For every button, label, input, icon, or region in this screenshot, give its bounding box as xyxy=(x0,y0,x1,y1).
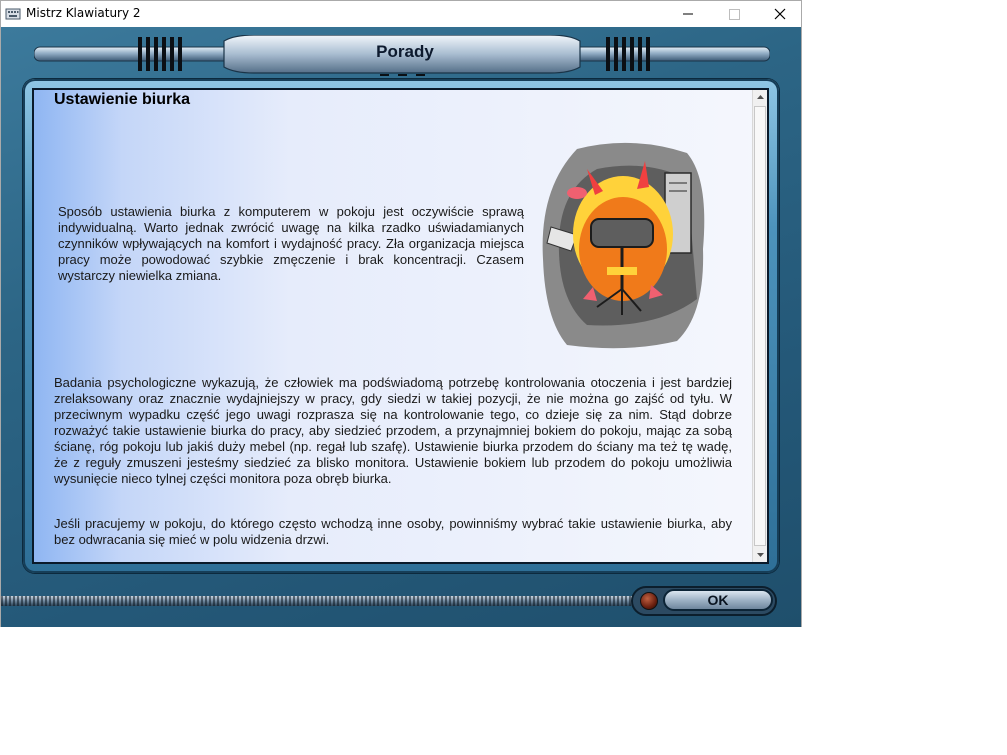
article-paragraph: Sposób ustawienia biurka z komputerem w … xyxy=(58,204,524,283)
article-paragraph: Jeśli pracujemy w pokoju, do którego czę… xyxy=(54,516,732,547)
minimize-button[interactable] xyxy=(665,1,711,27)
scroll-up-button[interactable] xyxy=(753,90,767,105)
led-indicator-icon xyxy=(640,592,658,610)
minimize-icon xyxy=(683,13,693,15)
section-title: Porady xyxy=(376,42,434,61)
article-paragraph: Badania psychologiczne wykazują, że czło… xyxy=(54,375,732,486)
scroll-down-button[interactable] xyxy=(753,547,767,562)
ok-button[interactable]: OK xyxy=(663,589,773,611)
scroll-thumb[interactable] xyxy=(754,106,766,546)
bottom-rail xyxy=(1,596,641,606)
maximize-icon xyxy=(729,9,740,20)
keyboard-app-icon xyxy=(5,6,21,22)
close-button[interactable] xyxy=(757,1,803,27)
app-window: Mistrz Klawiatury 2 Porady Ustawienie bi… xyxy=(0,0,802,627)
arrow-up-icon xyxy=(757,95,764,99)
ok-group: OK xyxy=(631,585,777,617)
client-area: Porady Ustawienie biurka Sposób ustawien… xyxy=(1,27,801,627)
vertical-scrollbar[interactable] xyxy=(752,90,767,562)
window-title: Mistrz Klawiatury 2 xyxy=(26,6,141,20)
article-heading: Ustawienie biurka xyxy=(54,91,191,108)
desk-illustration xyxy=(542,142,705,349)
arrow-down-icon xyxy=(757,553,764,557)
title-bar[interactable]: Mistrz Klawiatury 2 xyxy=(1,1,801,27)
content-panel[interactable]: Ustawienie biurka Sposób ustawienia biur… xyxy=(32,88,769,564)
close-icon xyxy=(774,8,786,20)
maximize-button[interactable] xyxy=(711,1,757,27)
